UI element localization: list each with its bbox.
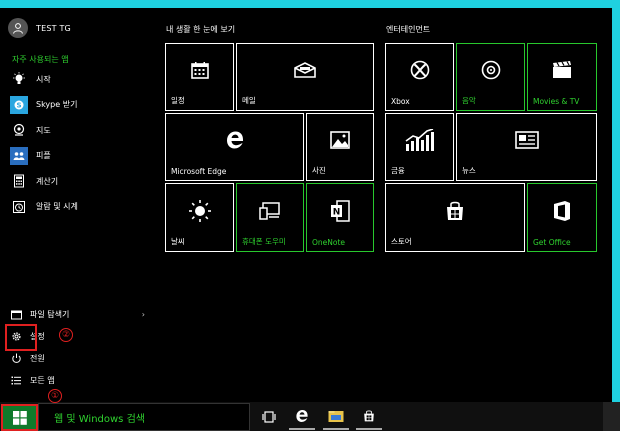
frequent-apps-title: 자주 사용되는 앱 xyxy=(12,55,69,64)
tile-music[interactable]: 음악 xyxy=(456,43,525,111)
photos-icon xyxy=(307,114,373,166)
svg-text:S: S xyxy=(16,101,21,109)
search-placeholder: 웹 및 Windows 검색 xyxy=(54,414,145,425)
tile-edge[interactable]: Microsoft Edge xyxy=(165,113,304,181)
skype-icon: S xyxy=(10,95,28,114)
group-title-entertainment: 엔터테인먼트 xyxy=(386,25,431,34)
tile-label: 음악 xyxy=(462,96,476,105)
user-icon xyxy=(13,23,23,34)
all-apps-item[interactable]: 모든 앱 xyxy=(10,369,145,391)
tile-label: Movies & TV xyxy=(533,97,580,106)
annotation-mark-2: ② xyxy=(59,328,73,342)
tile-label: 메일 xyxy=(242,96,256,105)
tile-label: Get Office xyxy=(533,238,571,247)
tile-weather[interactable]: 날씨 xyxy=(165,183,234,252)
tile-label: Xbox xyxy=(391,97,410,106)
app-item-skype[interactable]: S Skype 받기 xyxy=(10,93,78,117)
tile-label: 사진 xyxy=(312,166,326,175)
frequent-apps-list: 시작 S Skype 받기 지도 피플 계산기 알람 및 시계 xyxy=(10,67,78,220)
tile-photos[interactable]: 사진 xyxy=(306,113,374,181)
app-label: 지도 xyxy=(36,125,51,135)
user-name: TEST TG xyxy=(36,23,71,33)
maps-icon xyxy=(10,121,28,139)
tile-money[interactable]: 금융 xyxy=(385,113,454,181)
start-button[interactable] xyxy=(1,404,38,431)
app-label: 알람 및 시계 xyxy=(36,202,78,211)
tile-label: OneNote xyxy=(312,238,346,247)
app-item-start[interactable]: 시작 xyxy=(10,67,78,91)
people-icon xyxy=(10,146,28,165)
finance-chart-icon xyxy=(386,114,453,166)
news-icon xyxy=(457,114,596,166)
app-label: 피플 xyxy=(36,151,51,160)
file-explorer-item[interactable]: 파일 탐색기 › xyxy=(10,303,145,325)
tile-label: Microsoft Edge xyxy=(171,167,227,176)
store-bag-icon xyxy=(364,410,374,422)
weather-sun-icon xyxy=(166,184,233,237)
tile-mail[interactable]: 메일 xyxy=(236,43,374,111)
app-label: 시작 xyxy=(36,74,51,84)
tile-label: 뉴스 xyxy=(462,166,476,175)
tile-movies-tv[interactable]: Movies & TV xyxy=(527,43,597,111)
tile-label: 일정 xyxy=(171,96,185,105)
annotation-mark-1: ① xyxy=(48,389,62,403)
office-icon xyxy=(528,184,596,237)
lightbulb-icon xyxy=(10,70,28,88)
user-account[interactable]: TEST TG xyxy=(8,18,71,38)
app-item-alarms[interactable]: 알람 및 시계 xyxy=(10,195,78,219)
app-label: Skype 받기 xyxy=(36,100,78,109)
tile-store[interactable]: 스토어 xyxy=(385,183,525,252)
app-item-maps[interactable]: 지도 xyxy=(10,118,78,142)
taskbar-store-button[interactable] xyxy=(356,404,382,430)
taskbar-explorer-button[interactable] xyxy=(323,404,349,430)
task-view-icon xyxy=(262,411,276,423)
tile-get-office[interactable]: Get Office xyxy=(527,183,597,252)
calendar-icon xyxy=(166,44,233,96)
window-border-top xyxy=(0,0,620,8)
taskbar-edge-button[interactable] xyxy=(289,404,315,430)
tile-label: 스토어 xyxy=(391,237,412,246)
svg-text:N: N xyxy=(333,207,341,217)
edge-icon xyxy=(296,410,308,422)
tile-calendar[interactable]: 일정 xyxy=(165,43,234,111)
all-apps-label: 모든 앱 xyxy=(30,375,55,385)
mail-icon xyxy=(237,44,373,96)
task-view-button[interactable] xyxy=(256,404,282,430)
settings-highlight-box xyxy=(5,324,37,351)
music-icon xyxy=(457,44,524,96)
power-label: 전원 xyxy=(30,353,45,363)
onenote-icon: N xyxy=(307,184,373,237)
store-bag-icon xyxy=(386,184,524,237)
tile-xbox[interactable]: Xbox xyxy=(385,43,454,111)
chevron-right-icon[interactable]: › xyxy=(142,310,145,319)
tile-label: 금융 xyxy=(391,166,405,175)
app-item-calculator[interactable]: 계산기 xyxy=(10,169,78,193)
windows-logo-icon xyxy=(12,410,27,425)
show-desktop-button[interactable] xyxy=(603,402,620,431)
group-title-life: 내 생활 한 눈에 보기 xyxy=(166,25,236,34)
tile-news[interactable]: 뉴스 xyxy=(456,113,597,181)
power-icon xyxy=(10,352,22,364)
edge-icon xyxy=(166,114,303,166)
folder-icon xyxy=(10,308,22,320)
tile-label: 휴대폰 도우미 xyxy=(242,237,286,246)
app-label: 계산기 xyxy=(36,176,59,186)
tile-phone-companion[interactable]: 휴대폰 도우미 xyxy=(236,183,304,252)
app-item-people[interactable]: 피플 xyxy=(10,144,78,168)
alarm-icon xyxy=(10,198,28,216)
file-explorer-label: 파일 탐색기 xyxy=(30,309,70,319)
phone-companion-icon xyxy=(237,184,303,237)
calculator-icon xyxy=(10,172,28,190)
avatar xyxy=(8,18,28,38)
clapperboard-icon xyxy=(528,44,596,96)
window-border-right xyxy=(612,0,620,402)
folder-icon xyxy=(328,410,344,422)
list-icon xyxy=(10,374,22,386)
xbox-icon xyxy=(386,44,453,96)
tile-label: 날씨 xyxy=(171,237,185,246)
tile-onenote[interactable]: N OneNote xyxy=(306,183,374,252)
